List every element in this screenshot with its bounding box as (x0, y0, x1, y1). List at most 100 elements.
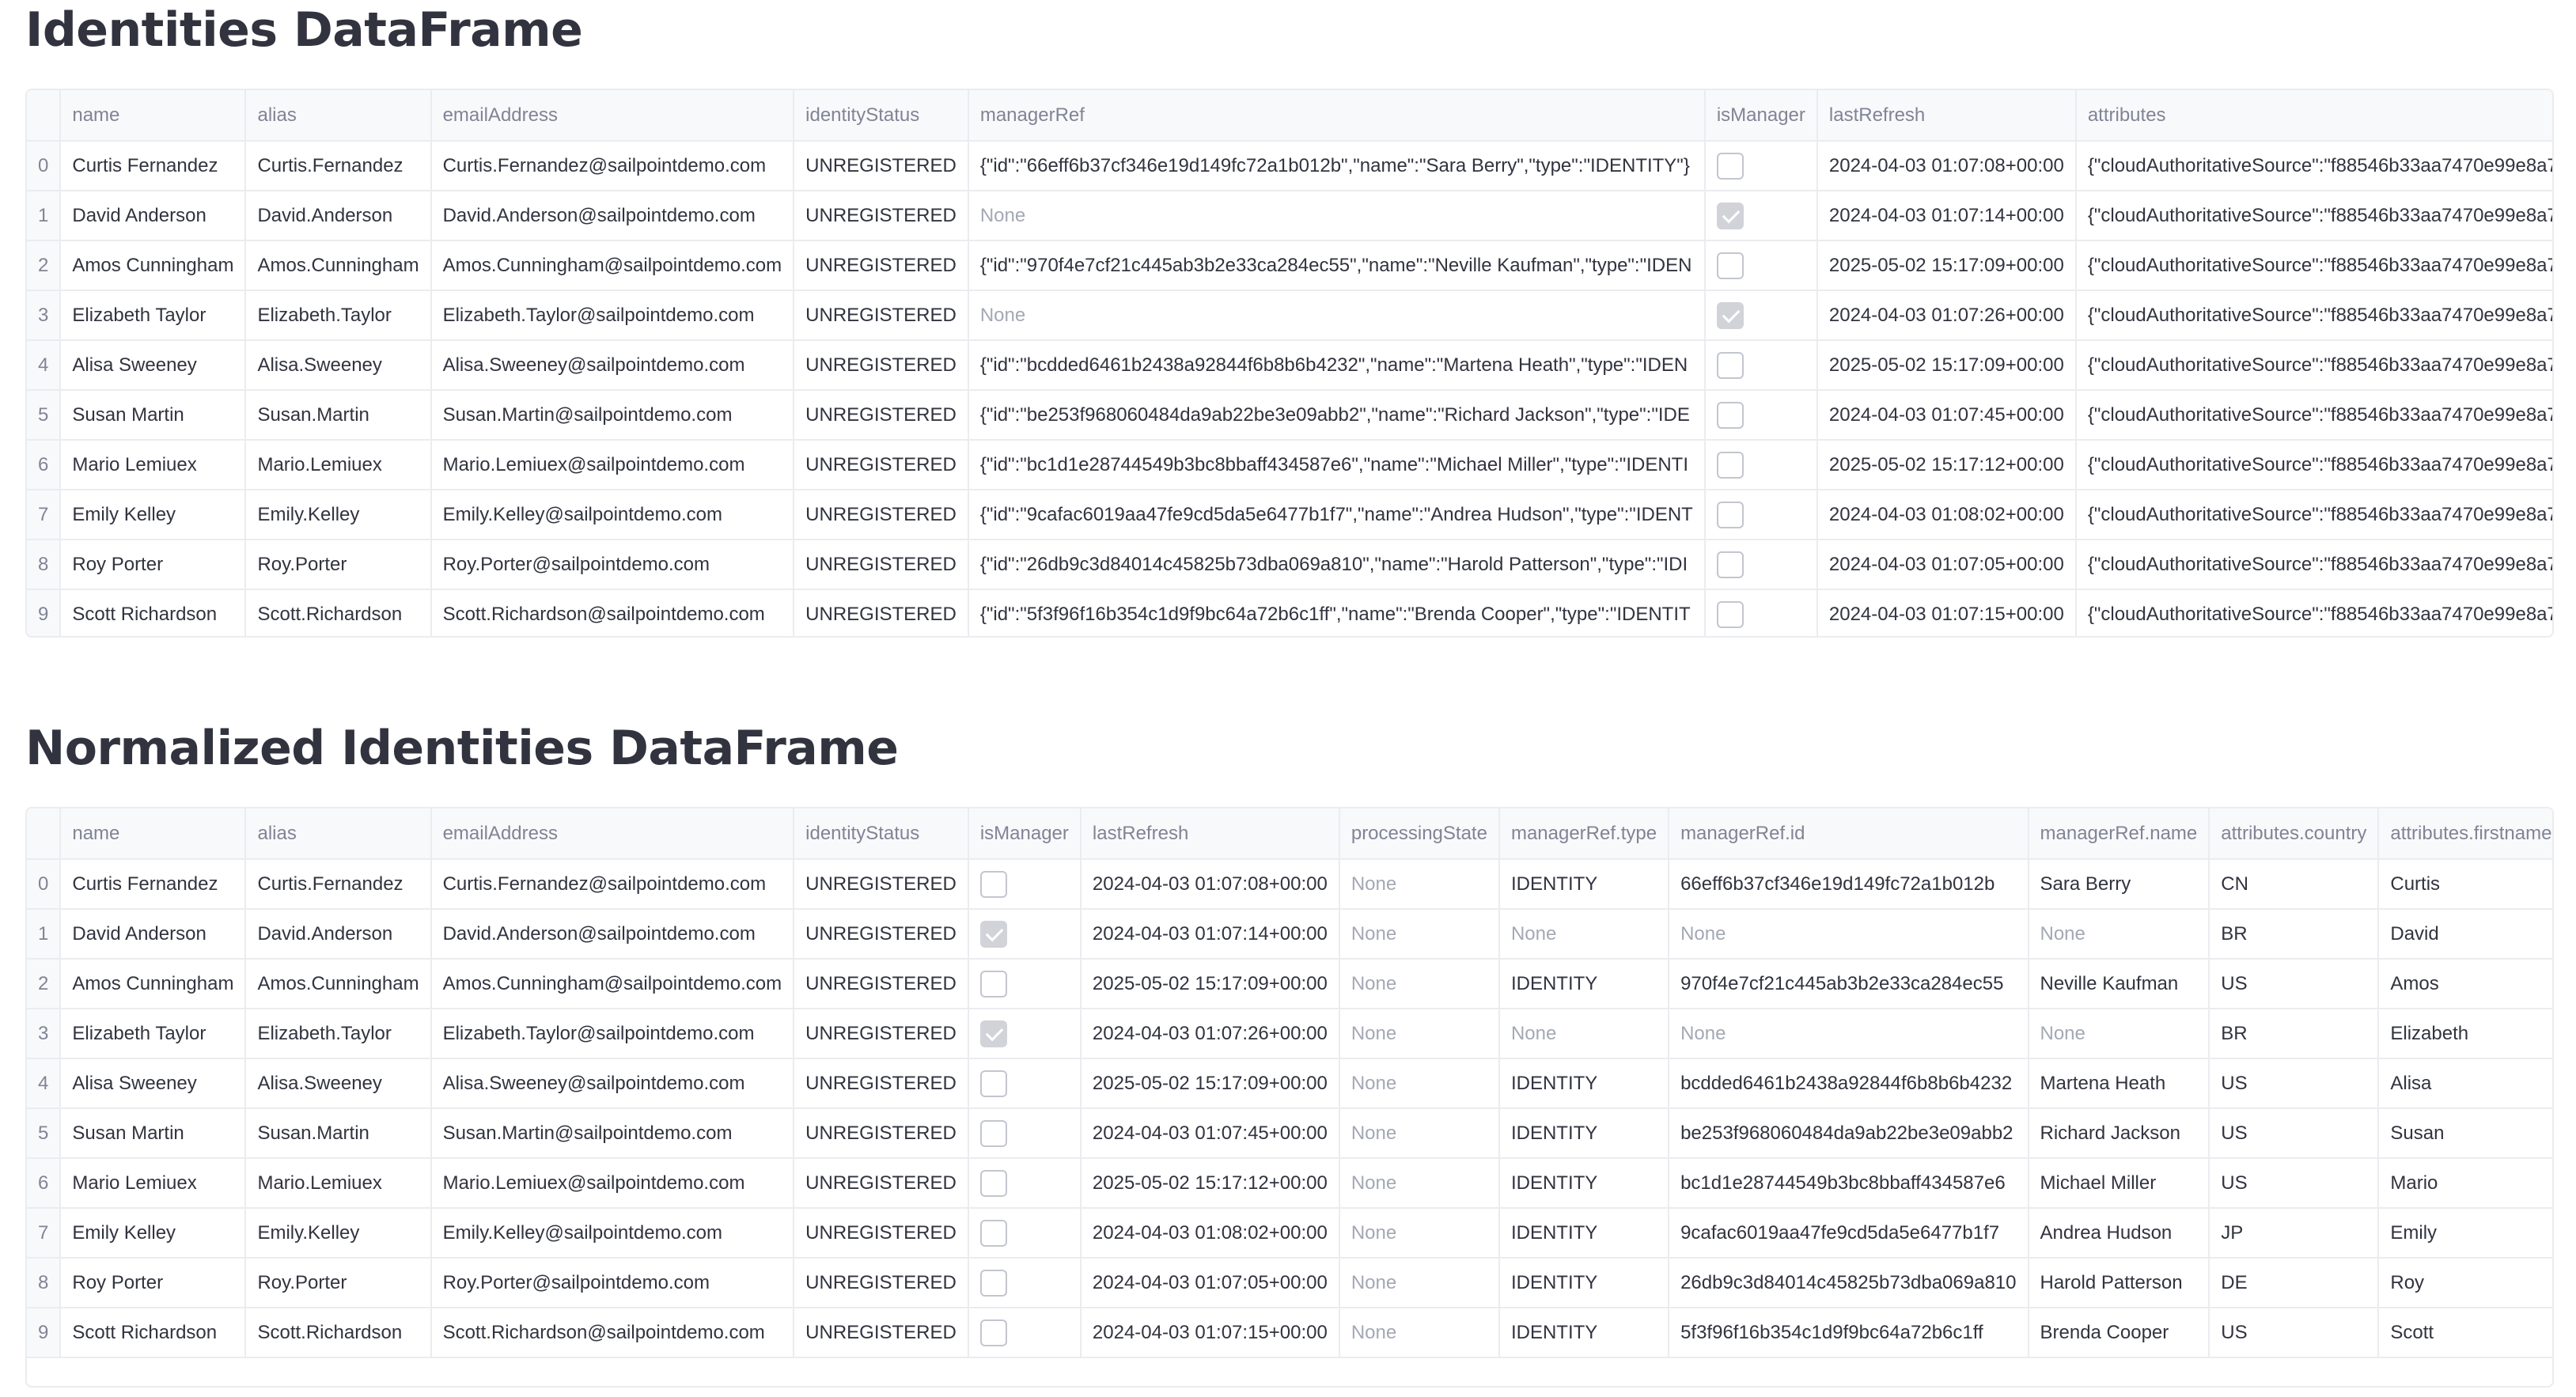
is-manager-cell[interactable] (968, 1009, 1082, 1059)
alias-cell[interactable]: Alisa.Sweeney (245, 1058, 432, 1109)
email-cell[interactable]: Curtis.Fernandez@sailpointdemo.com (430, 859, 795, 910)
alias-cell[interactable]: Curtis.Fernandez (245, 859, 432, 910)
manager-ref-name-cell[interactable]: None (2028, 1009, 2210, 1059)
manager-ref-name-cell[interactable]: Brenda Cooper (2028, 1308, 2210, 1358)
manager-ref-cell[interactable]: {"id":"5f3f96f16b354c1d9f9bc64a72b6c1ff"… (968, 589, 1706, 636)
is-manager-cell[interactable] (1704, 191, 1818, 241)
name-cell[interactable]: Roy Porter (60, 539, 247, 590)
identity-status-cell[interactable]: UNREGISTERED (794, 290, 969, 341)
country-cell[interactable]: US (2209, 1158, 2380, 1209)
email-cell[interactable]: Emily.Kelley@sailpointdemo.com (430, 1208, 795, 1259)
alias-cell[interactable]: David.Anderson (245, 909, 432, 960)
alias-cell[interactable]: Mario.Lemiuex (245, 440, 432, 490)
attributes-cell[interactable]: {"cloudAuthoritativeSource":"f88546b33aa… (2075, 490, 2552, 540)
identity-status-cell[interactable]: UNREGISTERED (794, 959, 969, 1009)
identity-status-cell[interactable]: UNREGISTERED (794, 539, 969, 590)
alias-cell[interactable]: Susan.Martin (245, 390, 432, 441)
alias-cell[interactable]: Scott.Richardson (245, 589, 432, 636)
manager-ref-name-cell[interactable]: Neville Kaufman (2028, 959, 2210, 1009)
identity-status-cell[interactable]: UNREGISTERED (794, 490, 969, 540)
processing-state-cell[interactable]: None (1339, 859, 1500, 910)
is-manager-cell[interactable] (1704, 340, 1818, 391)
row-index-cell[interactable]: 3 (27, 1009, 62, 1059)
manager-ref-cell[interactable]: {"id":"be253f968060484da9ab22be3e09abb2"… (968, 390, 1706, 441)
is-manager-cell[interactable] (1704, 589, 1818, 636)
email-cell[interactable]: Elizabeth.Taylor@sailpointdemo.com (430, 290, 795, 341)
row-index-cell[interactable]: 2 (27, 959, 62, 1009)
row-index-cell[interactable]: 0 (27, 859, 62, 910)
identity-status-cell[interactable]: UNREGISTERED (794, 1108, 969, 1159)
manager-ref-name-cell[interactable]: Sara Berry (2028, 859, 2210, 910)
manager-ref-type-cell[interactable]: IDENTITY (1498, 1308, 1670, 1358)
alias-cell[interactable]: Alisa.Sweeney (245, 340, 432, 391)
manager-ref-cell[interactable]: {"id":"970f4e7cf21c445ab3b2e33ca284ec55"… (968, 240, 1706, 291)
name-cell[interactable]: Alisa Sweeney (60, 340, 247, 391)
last-refresh-cell[interactable]: 2024-04-03 01:08:02+00:00 (1080, 1208, 1340, 1259)
attributes-cell[interactable]: {"cloudAuthoritativeSource":"f88546b33aa… (2075, 539, 2552, 590)
name-cell[interactable]: Alisa Sweeney (60, 1058, 247, 1109)
firstname-cell[interactable]: Roy (2378, 1258, 2552, 1308)
country-cell[interactable]: US (2209, 1108, 2380, 1159)
email-cell[interactable]: Amos.Cunningham@sailpointdemo.com (430, 240, 795, 291)
firstname-cell[interactable]: Scott (2378, 1308, 2552, 1358)
manager-ref-type-cell[interactable]: IDENTITY (1498, 1058, 1670, 1109)
manager-ref-name-cell[interactable]: Richard Jackson (2028, 1108, 2210, 1159)
name-cell[interactable]: Mario Lemiuex (60, 1158, 247, 1209)
table-row[interactable]: 0 Curtis Fernandez Curtis.Fernandez Curtis.… (27, 141, 2552, 191)
identity-status-cell[interactable]: UNREGISTERED (794, 1158, 969, 1209)
manager-ref-name-cell[interactable]: Martena Heath (2028, 1058, 2210, 1109)
email-cell[interactable]: Emily.Kelley@sailpointdemo.com (430, 490, 795, 540)
last-refresh-cell[interactable]: 2024-04-03 01:07:14+00:00 (1080, 909, 1340, 960)
firstname-cell[interactable]: Amos (2378, 959, 2552, 1009)
name-cell[interactable]: Susan Martin (60, 390, 247, 441)
country-cell[interactable]: US (2209, 1308, 2380, 1358)
column-header[interactable]: attributes (2075, 90, 2552, 142)
table-row[interactable]: 5 Susan Martin Susan.Martin Susan.Martin@sa… (27, 390, 2552, 441)
table-row[interactable]: 7 Emily Kelley Emily.Kelley Emily.Kelley@sa… (27, 1208, 2552, 1259)
column-header[interactable]: isManager (968, 808, 1082, 860)
column-header[interactable]: attributes.firstname (2378, 808, 2552, 860)
table-row[interactable]: 6 Mario Lemiuex Mario.Lemiuex Mario.Lemiuex… (27, 440, 2552, 490)
manager-ref-name-cell[interactable]: Andrea Hudson (2028, 1208, 2210, 1259)
country-cell[interactable]: BR (2209, 1009, 2380, 1059)
row-index-cell[interactable]: 1 (27, 909, 62, 960)
attributes-cell[interactable]: {"cloudAuthoritativeSource":"f88546b33aa… (2075, 240, 2552, 291)
column-header[interactable]: identityStatus (794, 90, 969, 142)
row-index-cell[interactable]: 8 (27, 1258, 62, 1308)
table-row[interactable]: 1 David Anderson David.Anderson David.Ander… (27, 191, 2552, 241)
identity-status-cell[interactable]: UNREGISTERED (794, 1208, 969, 1259)
alias-cell[interactable]: Roy.Porter (245, 539, 432, 590)
attributes-cell[interactable]: {"cloudAuthoritativeSource":"f88546b33aa… (2075, 290, 2552, 341)
processing-state-cell[interactable]: None (1339, 1009, 1500, 1059)
row-index-cell[interactable]: 8 (27, 539, 62, 590)
attributes-cell[interactable]: {"cloudAuthoritativeSource":"f88546b33aa… (2075, 191, 2552, 241)
manager-ref-cell[interactable]: None (968, 290, 1706, 341)
identity-status-cell[interactable]: UNREGISTERED (794, 390, 969, 441)
column-header[interactable]: managerRef.name (2028, 808, 2210, 860)
attributes-cell[interactable]: {"cloudAuthoritativeSource":"f88546b33aa… (2075, 440, 2552, 490)
name-cell[interactable]: David Anderson (60, 191, 247, 241)
last-refresh-cell[interactable]: 2025-05-02 15:17:09+00:00 (1080, 959, 1340, 1009)
name-cell[interactable]: Curtis Fernandez (60, 141, 247, 191)
name-cell[interactable]: Mario Lemiuex (60, 440, 247, 490)
email-cell[interactable]: David.Anderson@sailpointdemo.com (430, 191, 795, 241)
firstname-cell[interactable]: Emily (2378, 1208, 2552, 1259)
row-index-cell[interactable]: 9 (27, 589, 62, 636)
table-row[interactable]: 4 Alisa Sweeney Alisa.Sweeney Alisa.Sweeney… (27, 340, 2552, 391)
email-cell[interactable]: Mario.Lemiuex@sailpointdemo.com (430, 440, 795, 490)
name-cell[interactable]: Amos Cunningham (60, 240, 247, 291)
last-refresh-cell[interactable]: 2024-04-03 01:07:26+00:00 (1816, 290, 2077, 341)
email-cell[interactable]: Alisa.Sweeney@sailpointdemo.com (430, 1058, 795, 1109)
table-row[interactable]: 8 Roy Porter Roy.Porter Roy.Porter@sailpoin… (27, 1258, 2552, 1308)
manager-ref-id-cell[interactable]: be253f968060484da9ab22be3e09abb2 (1669, 1108, 2029, 1159)
email-cell[interactable]: Amos.Cunningham@sailpointdemo.com (430, 959, 795, 1009)
identity-status-cell[interactable]: UNREGISTERED (794, 1308, 969, 1358)
is-manager-cell[interactable] (1704, 290, 1818, 341)
is-manager-cell[interactable] (968, 1208, 1082, 1259)
manager-ref-cell[interactable]: {"id":"26db9c3d84014c45825b73dba069a810"… (968, 539, 1706, 590)
manager-ref-type-cell[interactable]: IDENTITY (1498, 1158, 1670, 1209)
row-index-cell[interactable]: 7 (27, 490, 62, 540)
email-cell[interactable]: Scott.Richardson@sailpointdemo.com (430, 1308, 795, 1358)
name-cell[interactable]: David Anderson (60, 909, 247, 960)
manager-ref-type-cell[interactable]: IDENTITY (1498, 859, 1670, 910)
